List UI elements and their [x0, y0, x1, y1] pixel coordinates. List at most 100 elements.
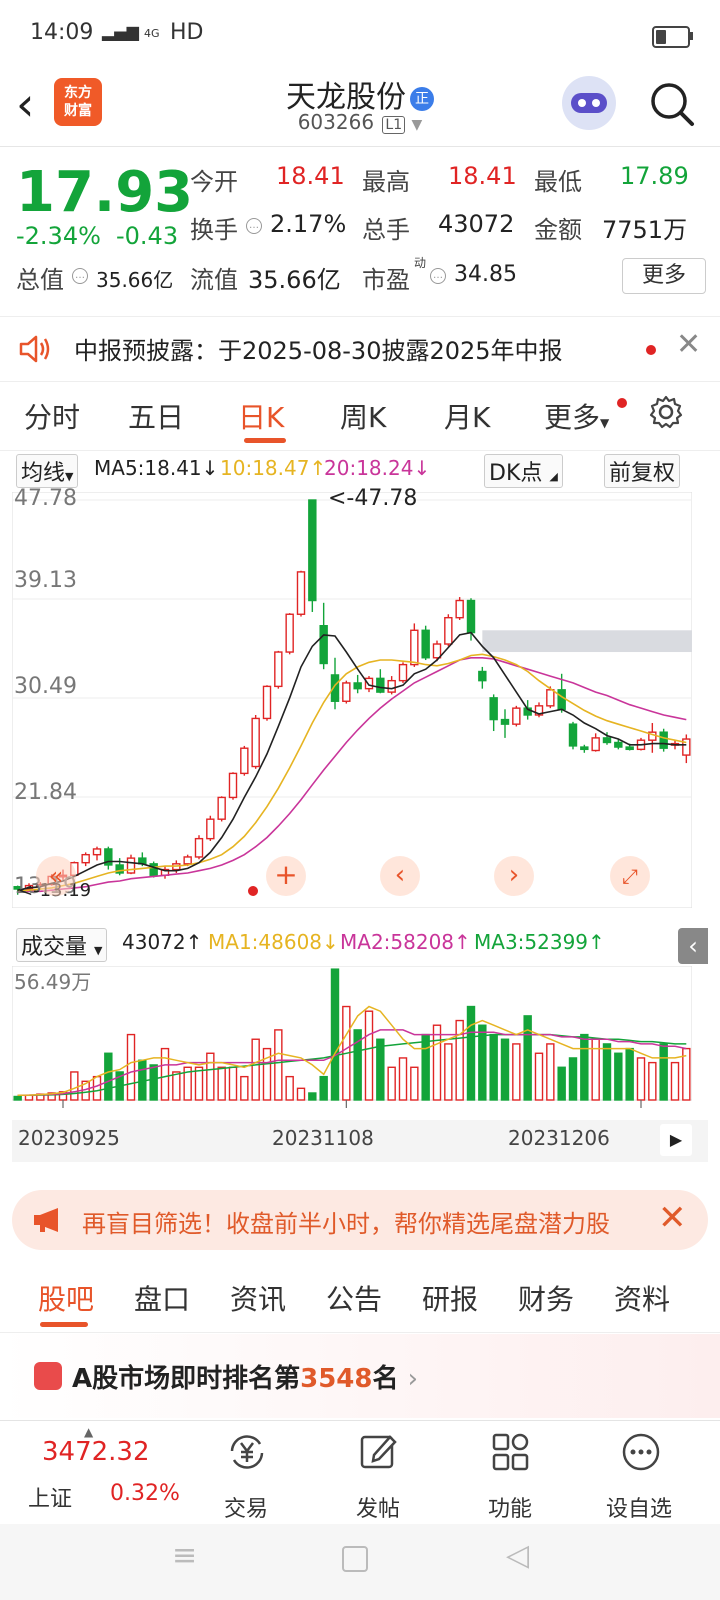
volume-bar [557, 1066, 566, 1101]
volume-value: 43072↑ [122, 930, 203, 954]
candle-body [342, 682, 351, 702]
volume-bar [580, 1033, 589, 1101]
notice-bar[interactable]: 中报预披露：于2025-08-30披露2025年中报 ✕ [0, 316, 720, 382]
volume-bar [512, 1043, 521, 1101]
volume-chart[interactable]: 56.49万 [12, 966, 708, 1120]
rank-text: A股市场即时排名第3548名 › [72, 1358, 418, 1395]
tab-daily-k[interactable]: 日K [238, 396, 284, 436]
candle-body [455, 599, 464, 619]
scroll-right-icon[interactable]: › [494, 856, 534, 896]
market-rank-banner[interactable]: A股市场即时排名第3548名 › [0, 1334, 720, 1418]
scroll-start-icon[interactable]: « [36, 856, 76, 896]
volume-bar [160, 1047, 170, 1101]
megaphone-icon [34, 1208, 58, 1232]
candle-body [602, 737, 612, 744]
tab-news[interactable]: 资讯 [230, 1278, 286, 1318]
volume-bar [104, 1052, 113, 1101]
assistant-robot-icon[interactable] [562, 76, 616, 130]
ma10-line [17, 653, 687, 893]
stock-code-row[interactable]: 603266 L1 ▼ [240, 110, 480, 134]
post-edit-icon[interactable] [358, 1431, 400, 1473]
nav-post[interactable]: 发帖 [356, 1491, 400, 1523]
volume-bar [670, 1061, 680, 1101]
index-value[interactable]: 3472.32 [42, 1437, 150, 1467]
info-icon[interactable]: … [246, 218, 262, 234]
event-dot[interactable] [248, 886, 258, 896]
back-icon[interactable]: ‹ [16, 76, 34, 132]
volume-bar [500, 1038, 510, 1101]
candle-body [376, 677, 385, 693]
period-tabs: 分时 五日 日K 周K 月K 更多▼ [0, 386, 720, 451]
tab-monthly-k[interactable]: 月K [444, 396, 490, 436]
battery-tip [690, 32, 693, 40]
scroll-left-icon[interactable]: ‹ [380, 856, 420, 896]
dk-point-button[interactable]: DK点 ◢ [484, 454, 563, 488]
more-quote-button[interactable]: 更多 [622, 258, 706, 294]
tab-orderbook[interactable]: 盘口 [134, 1278, 190, 1318]
tab-five-day[interactable]: 五日 [128, 396, 184, 436]
tab-intraday[interactable]: 分时 [24, 396, 80, 436]
tab-announcements[interactable]: 公告 [326, 1278, 382, 1318]
new-dot [617, 398, 627, 408]
volume-bar [217, 1066, 226, 1101]
candle-body [353, 682, 362, 690]
volume-indicator-row: 成交量 ▼ 43072↑ MA1:48608↓ MA2:58208↑ MA3:5… [0, 928, 720, 964]
index-change[interactable]: 0.32% [110, 1481, 180, 1506]
ma20-line [17, 657, 687, 894]
volume-value: 43072 [438, 210, 515, 238]
home-icon[interactable] [342, 1546, 368, 1572]
price-axis-label: 30.49 [14, 674, 77, 699]
index-name[interactable]: 上证 [28, 1481, 72, 1513]
tab-research[interactable]: 研报 [422, 1278, 478, 1318]
collapse-panel-icon[interactable]: ‹ [678, 928, 708, 964]
nav-trade[interactable]: 交易 [224, 1491, 268, 1523]
info-icon[interactable]: … [72, 268, 88, 284]
info-icon[interactable]: … [430, 268, 446, 284]
volume-selector[interactable]: 成交量 ▼ [16, 928, 108, 962]
app-logo[interactable]: 东方 财富 [54, 78, 102, 126]
candlestick-chart[interactable]: 47.78 39.13 30.49 21.84 13.19 <-47.78 <-… [12, 486, 708, 924]
unread-dot [646, 345, 656, 355]
candle-body [659, 731, 668, 749]
tab-financials[interactable]: 财务 [518, 1278, 574, 1318]
tab-more[interactable]: 更多▼ [544, 396, 609, 436]
play-icon[interactable]: ▶ [660, 1124, 692, 1156]
search-icon[interactable] [648, 80, 698, 130]
nav-functions[interactable]: 功能 [488, 1491, 532, 1523]
candle-body [466, 599, 476, 634]
trade-yen-icon[interactable] [226, 1431, 268, 1473]
date-label: 20231108 [272, 1126, 374, 1150]
candle-body [568, 723, 578, 747]
ma-selector-label: 均线 [21, 461, 66, 486]
volume-bar [546, 1043, 555, 1101]
nav-add-watchlist[interactable]: 设自选 [606, 1491, 672, 1523]
candle-body [489, 697, 498, 721]
menu-icon[interactable]: ≡ [172, 1538, 197, 1573]
volume-bar [285, 1075, 294, 1101]
candle-body [206, 818, 215, 840]
turnover-label: 换手 [190, 216, 238, 244]
candle-body [183, 856, 192, 865]
adjust-button[interactable]: 前复权 [604, 454, 681, 488]
tab-forum[interactable]: 股吧 [38, 1278, 94, 1318]
turnover-value: 2.17% [270, 210, 347, 238]
promo-banner[interactable]: 再盲目筛选！收盘前半小时，帮你精选尾盘潜力股 ✕ [12, 1190, 708, 1250]
tab-profile[interactable]: 资料 [614, 1278, 670, 1318]
vol-ma1: MA1:48608↓ [208, 930, 339, 954]
close-icon[interactable]: ✕ [658, 1198, 687, 1238]
settings-gear-icon[interactable] [648, 394, 684, 430]
zoom-in-icon[interactable]: + [266, 856, 306, 896]
functions-grid-icon[interactable] [490, 1431, 532, 1473]
watchlist-more-icon[interactable] [620, 1431, 662, 1473]
close-icon[interactable]: ✕ [676, 327, 701, 362]
ma-selector[interactable]: 均线▼ [16, 454, 79, 488]
low-value: 17.89 [620, 162, 689, 190]
logo-text-1: 东方 [64, 85, 92, 101]
tab-weekly-k[interactable]: 周K [340, 396, 386, 436]
fullscreen-icon[interactable]: ⤢ [610, 856, 650, 896]
high-value: 18.41 [448, 162, 517, 190]
volume-bar [149, 1064, 158, 1101]
chevron-down-icon: ▼ [411, 117, 423, 133]
back-triangle-icon[interactable]: ◁ [506, 1538, 529, 1573]
vol-ma3: MA3:52399↑ [474, 930, 605, 954]
